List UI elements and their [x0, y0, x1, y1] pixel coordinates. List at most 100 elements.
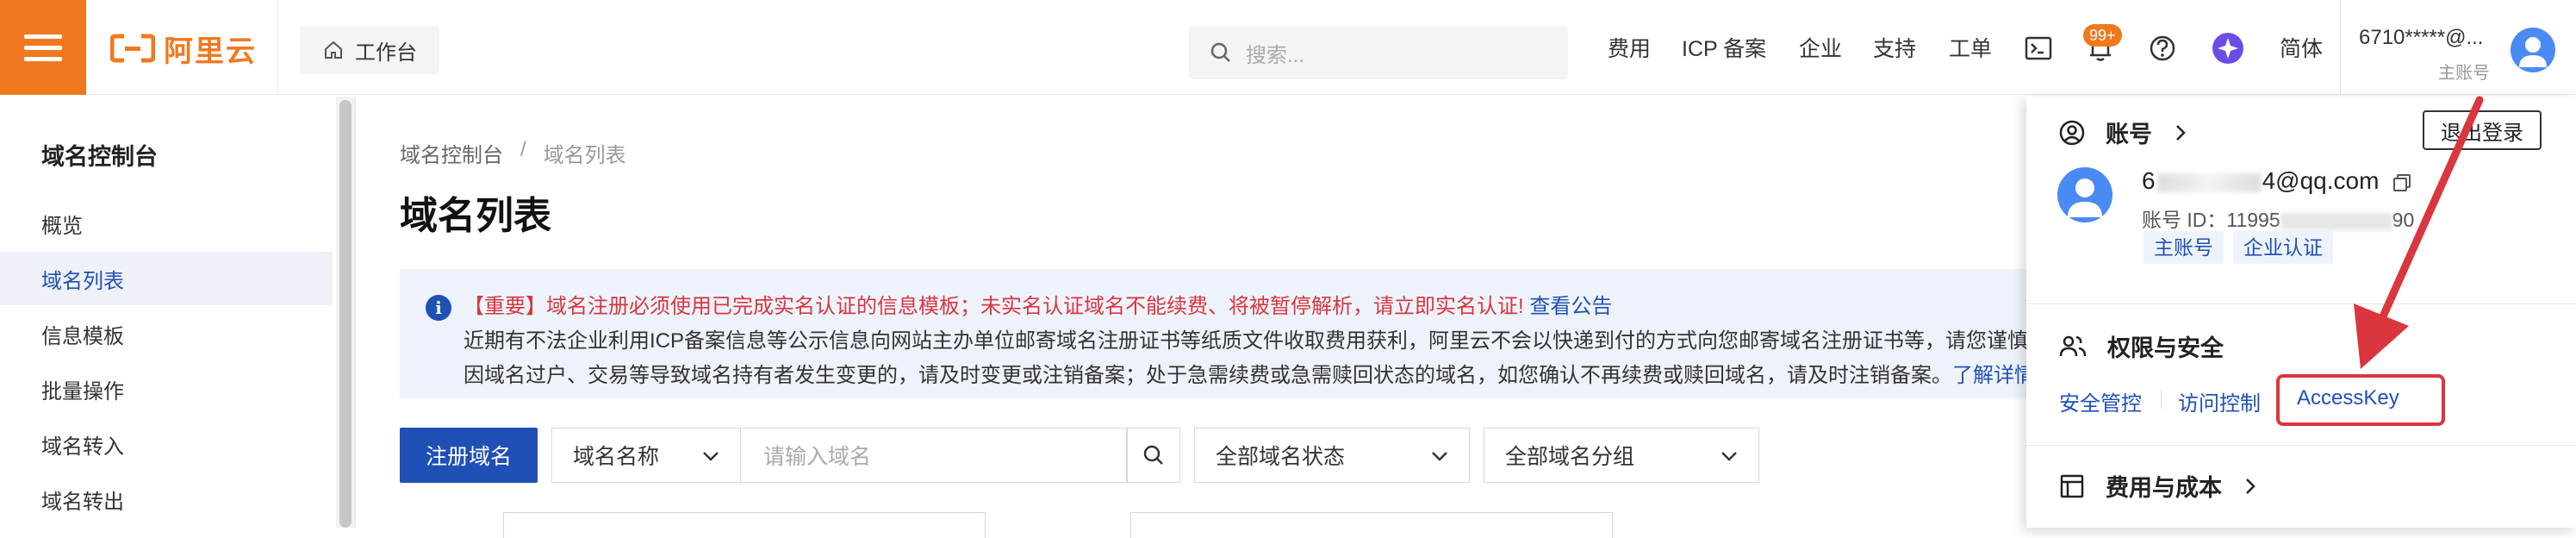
sidebar-item-transfer-in[interactable]: 域名转入 — [0, 417, 333, 471]
bill-icon — [2060, 474, 2084, 497]
chevron-down-icon — [1721, 452, 1737, 461]
notice-announcement-link[interactable]: 查看公告 — [1529, 295, 1612, 318]
global-search-input[interactable]: 搜索... — [1189, 26, 1568, 79]
menu-button[interactable] — [0, 0, 86, 95]
breadcrumb: 域名控制台 / 域名列表 — [400, 138, 626, 168]
account-name[interactable]: 6710*****@... — [2359, 26, 2483, 50]
terminal-icon — [2025, 36, 2052, 60]
domain-search-button[interactable] — [1127, 428, 1180, 483]
domain-status-value: 全部域名状态 — [1216, 445, 1346, 469]
account-id: 账号 ID：11995 90 — [2142, 203, 2414, 233]
sidebar-item-batch-ops[interactable]: 批量操作 — [0, 362, 333, 416]
divider — [2340, 0, 2341, 95]
nav-enterprise[interactable]: 企业 — [1799, 0, 1842, 95]
cost-header-label: 费用与成本 — [2106, 475, 2222, 501]
notice-learn-more-link[interactable]: 了解详情 — [1952, 364, 2035, 387]
account-id-prefix: 11995 — [2226, 209, 2280, 231]
copy-icon[interactable] — [2392, 173, 2411, 192]
account-id-label: 账号 ID： — [2142, 209, 2227, 231]
sidebar-item-domain-list[interactable]: 域名列表 — [0, 252, 333, 305]
search-field-value: 域名名称 — [573, 445, 660, 469]
notice-line-3: 因域名过户、交易等导致域名持有者发生变更的，请及时变更或注销备案；处于急需续费或… — [464, 359, 2037, 393]
divider — [2161, 390, 2162, 409]
email-prefix: 6 — [2142, 167, 2156, 194]
chevron-down-icon — [703, 452, 719, 461]
security-section-header: 权限与安全 — [2059, 329, 2224, 363]
account-dropdown-panel — [2026, 97, 2576, 528]
chevron-right-icon — [2176, 124, 2186, 141]
search-icon — [1210, 42, 1230, 62]
filter-row-field[interactable] — [503, 512, 986, 538]
user-circle-icon — [2059, 120, 2085, 145]
notice-line-2: 近期有不法企业利用ICP备案信息等公示信息向网站主办单位邮寄域名注册证书等纸质文… — [464, 329, 2029, 353]
menu-icon-bar — [24, 46, 62, 50]
scrollbar-thumb[interactable] — [339, 100, 352, 528]
divider — [277, 0, 278, 95]
domain-status-select[interactable]: 全部域名状态 — [1194, 428, 1470, 483]
tag-enterprise-verified: 企业认证 — [2233, 231, 2333, 264]
workbench-label: 工作台 — [355, 41, 417, 65]
panel-avatar — [2057, 167, 2112, 222]
sidebar-scrollbar[interactable] — [336, 97, 355, 528]
domain-group-select[interactable]: 全部域名分组 — [1484, 428, 1759, 483]
ai-assistant-icon — [2212, 33, 2243, 64]
help-icon — [2150, 35, 2175, 61]
cloud-shell-button[interactable] — [2021, 31, 2056, 66]
info-icon: i — [426, 295, 451, 321]
tag-main-account: 主账号 — [2144, 231, 2224, 264]
divider — [355, 97, 356, 528]
search-field-select[interactable]: 域名名称 — [551, 428, 741, 483]
redacted-mask — [2280, 212, 2392, 230]
cost-section-header[interactable]: 费用与成本 — [2059, 469, 2258, 503]
workbench-button[interactable]: 工作台 — [300, 26, 439, 74]
ai-assistant-button[interactable] — [2211, 31, 2245, 66]
breadcrumb-console[interactable]: 域名控制台 — [400, 138, 503, 168]
search-icon — [1143, 445, 1163, 465]
nav-support[interactable]: 支持 — [1873, 0, 1916, 95]
notification-badge: 99+ — [2083, 24, 2122, 47]
security-header-label: 权限与安全 — [2107, 335, 2224, 361]
domain-search-input[interactable]: 请输入域名 — [741, 428, 1127, 483]
user-avatar-icon — [2068, 178, 2102, 217]
redacted-mask — [2156, 172, 2261, 192]
notice-banner: i 【重要】域名注册必须使用已完成实名认证的信息模板；未实名认证域名不能续费、将… — [400, 269, 2037, 398]
account-id-suffix: 90 — [2392, 209, 2415, 231]
chevron-down-icon — [1432, 452, 1447, 461]
logout-button[interactable]: 退出登录 — [2423, 110, 2542, 150]
aliyun-logo[interactable]: 阿里云 — [110, 31, 257, 68]
menu-icon — [24, 34, 62, 39]
nav-cost[interactable]: 费用 — [1608, 0, 1651, 95]
user-avatar-icon — [2519, 37, 2547, 67]
notice-important: 【重要】域名注册必须使用已完成实名认证的信息模板；未实名认证域名不能续费、将被暂… — [464, 295, 1524, 318]
users-icon — [2059, 335, 2087, 356]
divider — [2026, 445, 2576, 446]
notice-line-1: 【重要】域名注册必须使用已完成实名认证的信息模板；未实名认证域名不能续费、将被暂… — [464, 290, 2037, 324]
breadcrumb-current: 域名列表 — [543, 144, 626, 167]
sidebar-item-info-template[interactable]: 信息模板 — [0, 307, 333, 360]
nav-icp[interactable]: ICP 备案 — [1682, 0, 1766, 95]
account-type: 主账号 — [2438, 64, 2490, 83]
nav-ticket[interactable]: 工单 — [1949, 0, 1992, 95]
search-placeholder: 搜索... — [1246, 43, 1305, 67]
aliyun-logo-icon — [110, 34, 155, 63]
breadcrumb-separator: / — [520, 138, 526, 161]
avatar[interactable] — [2511, 28, 2555, 72]
register-domain-button[interactable]: 注册域名 — [400, 428, 538, 483]
sidebar-title: 域名控制台 — [41, 144, 158, 170]
filter-row-field[interactable] — [1130, 512, 1613, 538]
security-control-link[interactable]: 安全管控 — [2059, 386, 2142, 416]
language-switch[interactable]: 简体 — [2280, 0, 2323, 95]
sidebar-item-transfer-out[interactable]: 域名转出 — [0, 472, 333, 526]
notice-line-3-text: 因域名过户、交易等导致域名持有者发生变更的，请及时变更或注销备案；处于急需续费或… — [464, 364, 1952, 387]
account-section-header[interactable]: 账号 — [2059, 116, 2188, 149]
email-suffix: 4@qq.com — [2262, 167, 2380, 194]
account-email: 6 4@qq.com — [2142, 167, 2411, 195]
sidebar-item-overview[interactable]: 概览 — [0, 197, 333, 250]
home-icon — [325, 41, 342, 59]
page-title: 域名列表 — [400, 195, 551, 237]
domain-group-value: 全部域名分组 — [1505, 445, 1635, 469]
divider — [2026, 303, 2576, 304]
access-control-link[interactable]: 访问控制 — [2178, 386, 2261, 416]
accesskey-link[interactable]: AccessKey — [2297, 386, 2399, 410]
help-button[interactable] — [2145, 31, 2180, 66]
